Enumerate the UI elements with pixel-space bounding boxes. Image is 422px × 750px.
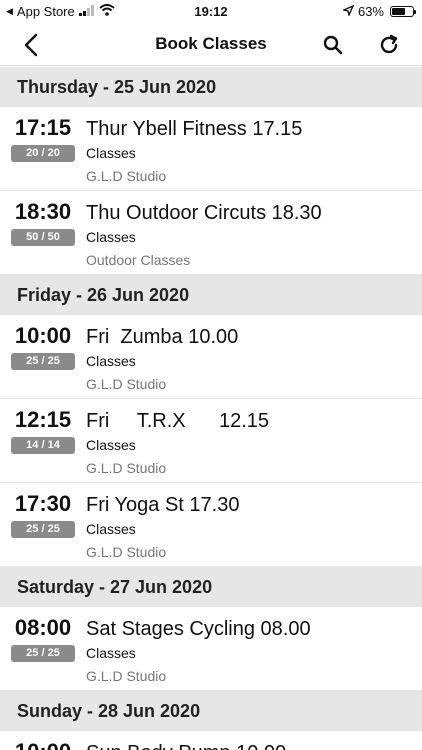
status-right: 63% (341, 4, 416, 19)
class-location: G.L.D Studio (86, 168, 167, 184)
class-row[interactable]: 10:00 25 / 25 Fri Zumba 10.00 Classes G.… (0, 315, 422, 399)
navigation-bar: Book Classes (0, 24, 422, 66)
day-header: Saturday - 27 Jun 2020 (0, 567, 422, 607)
class-location: Outdoor Classes (86, 252, 191, 268)
class-name: Thu Outdoor Circuts 18.30 (86, 202, 322, 224)
class-name: Thur Ybell Fitness 17.15 (86, 118, 303, 140)
class-time: 08:00 (14, 615, 72, 640)
class-name: Fri Yoga St 17.30 (86, 494, 240, 516)
class-time: 10:00 (14, 323, 72, 348)
class-name: Fri Zumba 10.00 (86, 326, 239, 348)
class-row[interactable]: 08:00 25 / 25 Sat Stages Cycling 08.00 C… (0, 607, 422, 691)
capacity-badge: 25 / 25 (11, 645, 75, 662)
capacity-badge: 25 / 25 (11, 353, 75, 370)
class-name: Fri T.R.X 12.15 (86, 410, 270, 432)
class-type: Classes (86, 229, 136, 245)
class-name: Sat Stages Cycling 08.00 (86, 618, 311, 640)
status-bar: ◀ App Store 19:12 63% (0, 0, 422, 24)
refresh-button[interactable] (374, 30, 404, 60)
class-time: 12:15 (14, 407, 72, 432)
class-type: Classes (86, 353, 136, 369)
capacity-badge: 20 / 20 (11, 145, 75, 162)
search-button[interactable] (318, 30, 348, 60)
class-name: Sun Body Pump 10.00 (86, 742, 286, 750)
class-time: 10:00 (11, 739, 75, 750)
class-type: Classes (86, 645, 136, 661)
class-type: Classes (86, 145, 136, 161)
class-list: Thursday - 25 Jun 2020 17:15 20 / 20 Thu… (0, 67, 422, 750)
capacity-badge: 50 / 50 (11, 229, 75, 246)
search-icon (323, 35, 343, 55)
class-row[interactable]: 10:00 Sun Body Pump 10.00 (0, 731, 422, 750)
day-header: Sunday - 28 Jun 2020 (0, 691, 422, 731)
class-time: 18:30 (14, 199, 72, 224)
refresh-icon (380, 34, 398, 54)
battery-icon (390, 6, 416, 17)
class-row[interactable]: 17:30 25 / 25 Fri Yoga St 17.30 Classes … (0, 483, 422, 567)
day-header: Friday - 26 Jun 2020 (0, 275, 422, 315)
capacity-badge: 25 / 25 (11, 521, 75, 538)
class-location: G.L.D Studio (86, 460, 167, 476)
class-row[interactable]: 17:15 20 / 20 Thur Ybell Fitness 17.15 C… (0, 107, 422, 191)
class-time: 17:15 (14, 115, 72, 140)
class-type: Classes (86, 437, 136, 453)
class-location: G.L.D Studio (86, 376, 167, 392)
capacity-badge: 14 / 14 (11, 437, 75, 454)
class-location: G.L.D Studio (86, 544, 167, 560)
class-location: G.L.D Studio (86, 668, 167, 684)
class-time: 17:30 (14, 491, 72, 516)
class-row[interactable]: 12:15 14 / 14 Fri T.R.X 12.15 Classes G.… (0, 399, 422, 483)
location-arrow-icon (341, 4, 355, 19)
page-title: Book Classes (155, 34, 267, 53)
battery-percent: 63% (357, 4, 384, 19)
class-row[interactable]: 18:30 50 / 50 Thu Outdoor Circuts 18.30 … (0, 191, 422, 275)
class-type: Classes (86, 521, 136, 537)
day-header: Thursday - 25 Jun 2020 (0, 67, 422, 107)
